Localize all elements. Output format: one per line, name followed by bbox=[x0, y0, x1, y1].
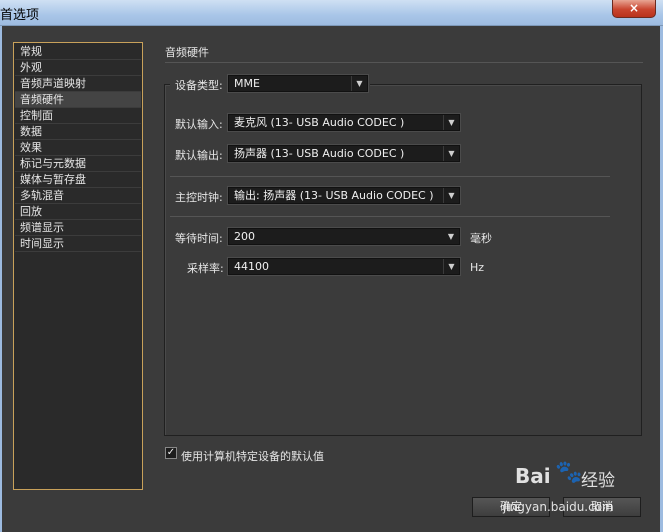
device-type-value: MME bbox=[234, 77, 260, 90]
watermark-logo-text: Bai bbox=[515, 464, 551, 488]
nav-item-playback[interactable]: 回放 bbox=[15, 204, 141, 220]
nav-item-markers-metadata[interactable]: 标记与元数据 bbox=[15, 156, 141, 172]
master-clock-value: 输出: 扬声器 (13- USB Audio CODEC ) bbox=[234, 189, 434, 202]
section-divider bbox=[170, 216, 610, 217]
watermark-logo-text-2: 经验 bbox=[581, 471, 615, 491]
nav-item-audio-hardware[interactable]: 音频硬件 bbox=[15, 92, 141, 108]
preferences-category-list[interactable]: 常规 外观 音频声道映射 音频硬件 控制面 数据 效果 标记与元数据 媒体与暂存… bbox=[13, 42, 143, 490]
use-defaults-label[interactable]: 使用计算机特定设备的默认值 bbox=[181, 448, 324, 464]
default-input-value: 麦克风 (13- USB Audio CODEC ) bbox=[234, 116, 405, 129]
nav-item-multitrack[interactable]: 多轨混音 bbox=[15, 188, 141, 204]
chevron-down-icon: ▼ bbox=[351, 76, 367, 91]
nav-item-time-display[interactable]: 时间显示 bbox=[15, 236, 141, 252]
latency-combobox[interactable]: 200 ▼ bbox=[228, 228, 460, 245]
nav-item-effects[interactable]: 效果 bbox=[15, 140, 141, 156]
nav-item-media-cache[interactable]: 媒体与暂存盘 bbox=[15, 172, 141, 188]
paw-icon: 🐾 bbox=[555, 460, 583, 485]
nav-item-control-surface[interactable]: 控制面 bbox=[15, 108, 141, 124]
nav-item-appearance[interactable]: 外观 bbox=[15, 60, 141, 76]
device-type-dropdown[interactable]: MME ▼ bbox=[228, 75, 368, 92]
sample-rate-label: 采样率: bbox=[187, 262, 224, 275]
chevron-down-icon: ▼ bbox=[443, 259, 459, 274]
nav-item-audio-channel-mapping[interactable]: 音频声道映射 bbox=[15, 76, 141, 92]
panel-title-divider bbox=[165, 62, 643, 63]
default-input-label: 默认输入: bbox=[175, 118, 223, 131]
window-border-left bbox=[0, 26, 2, 532]
latency-label: 等待时间: bbox=[175, 232, 223, 245]
title-bar: 首选项 × bbox=[0, 0, 663, 26]
ok-button[interactable]: 确定 bbox=[472, 497, 550, 517]
default-output-label: 默认输出: bbox=[175, 149, 223, 162]
default-output-dropdown[interactable]: 扬声器 (13- USB Audio CODEC ) ▼ bbox=[228, 145, 460, 162]
chevron-down-icon: ▼ bbox=[443, 188, 459, 203]
close-button[interactable]: × bbox=[612, 0, 656, 18]
sample-rate-combobox[interactable]: 44100 ▼ bbox=[228, 258, 460, 275]
close-icon: × bbox=[628, 1, 640, 15]
sample-rate-unit: Hz bbox=[470, 261, 485, 274]
nav-item-data[interactable]: 数据 bbox=[15, 124, 141, 140]
latency-value: 200 bbox=[234, 230, 255, 243]
default-output-value: 扬声器 (13- USB Audio CODEC ) bbox=[234, 147, 405, 160]
nav-item-general[interactable]: 常规 bbox=[15, 44, 141, 60]
master-clock-label: 主控时钟: bbox=[175, 191, 223, 204]
cancel-button[interactable]: 取消 bbox=[563, 497, 641, 517]
chevron-down-icon: ▼ bbox=[443, 146, 459, 161]
panel-title: 音频硬件 bbox=[165, 46, 209, 59]
default-input-dropdown[interactable]: 麦克风 (13- USB Audio CODEC ) ▼ bbox=[228, 114, 460, 131]
window-title: 首选项 bbox=[0, 8, 40, 23]
section-divider bbox=[170, 176, 610, 177]
chevron-down-icon: ▼ bbox=[443, 115, 459, 130]
master-clock-dropdown[interactable]: 输出: 扬声器 (13- USB Audio CODEC ) ▼ bbox=[228, 187, 460, 204]
checkmark-icon: ✓ bbox=[166, 447, 176, 458]
use-defaults-checkbox[interactable]: ✓ bbox=[165, 447, 177, 459]
device-type-label: 设备类型: bbox=[175, 79, 223, 92]
latency-unit: 毫秒 bbox=[470, 232, 492, 245]
nav-item-spectral-display[interactable]: 频谱显示 bbox=[15, 220, 141, 236]
chevron-down-icon: ▼ bbox=[447, 232, 455, 241]
sample-rate-value: 44100 bbox=[234, 260, 269, 273]
